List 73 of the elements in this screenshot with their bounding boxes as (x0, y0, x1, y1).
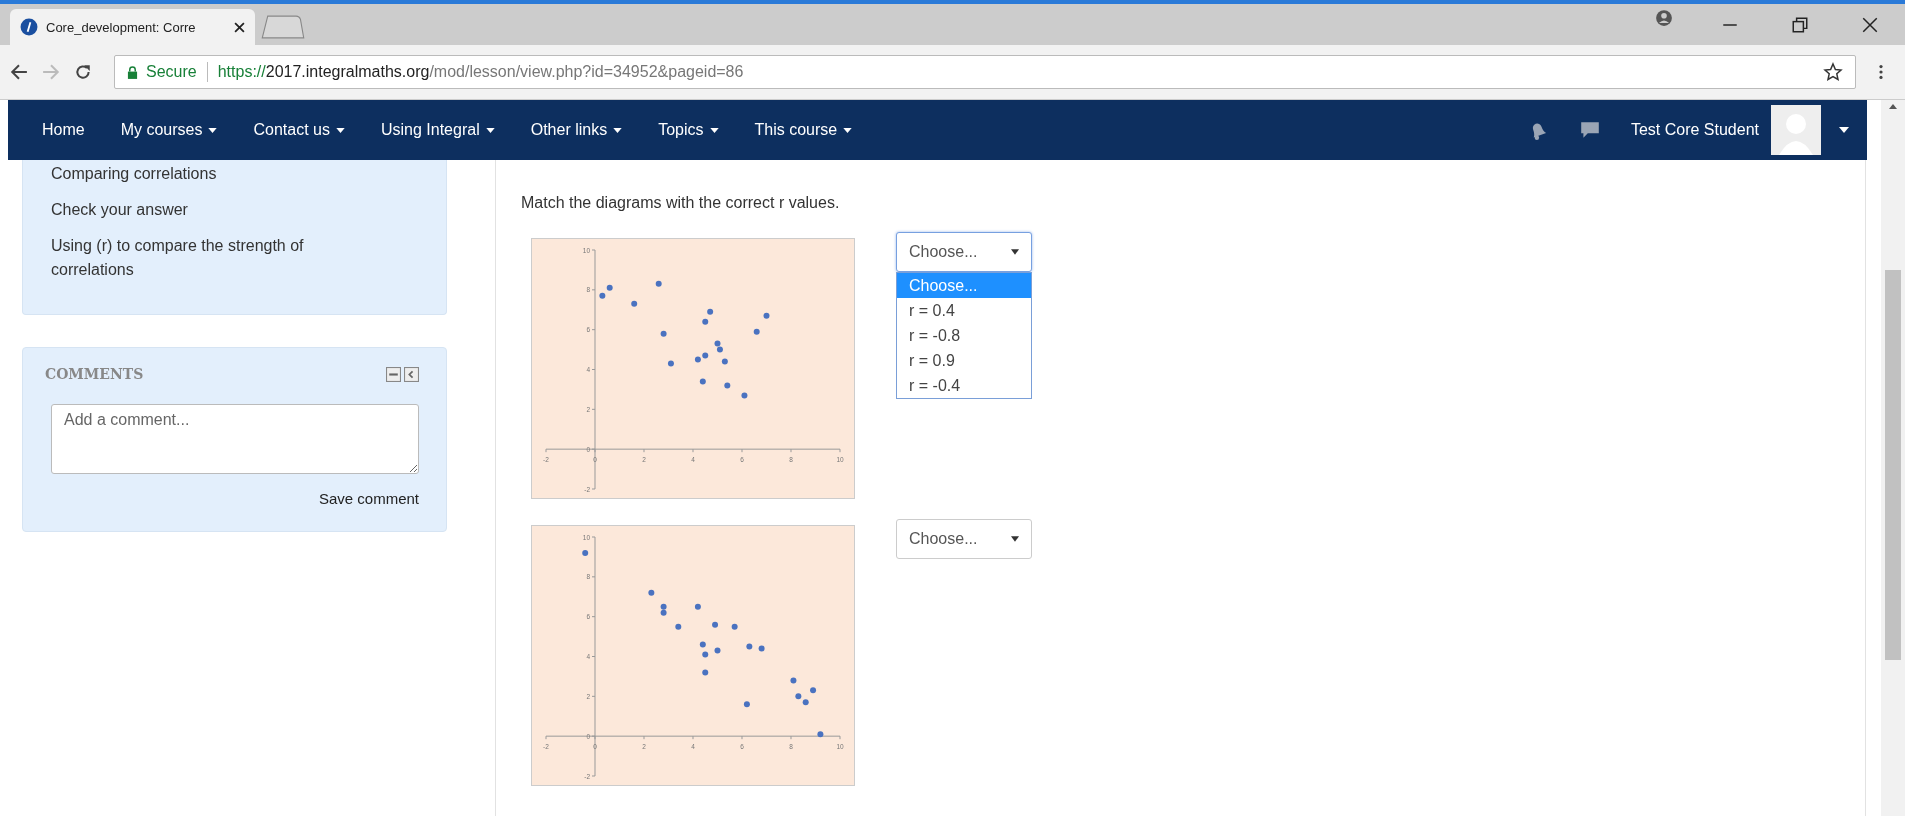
data-point (631, 300, 638, 307)
data-point (753, 328, 760, 335)
save-comment-link[interactable]: Save comment (318, 490, 419, 507)
lesson-link[interactable]: Check your answer (51, 198, 381, 222)
dropdown-option[interactable]: r = 0.4 (897, 298, 1031, 323)
comments-heading: COMMENTS (45, 366, 144, 382)
dropdown-option[interactable]: r = -0.8 (897, 323, 1031, 348)
nav-menu-item[interactable]: Home (42, 121, 85, 139)
account-icon[interactable] (1655, 8, 1673, 27)
dropdown-option[interactable]: r = 0.9 (897, 348, 1031, 373)
nav-menu-item[interactable]: Topics (658, 121, 719, 139)
scroll-up-icon[interactable] (1889, 104, 1897, 109)
data-point (758, 645, 765, 652)
data-point (702, 318, 709, 325)
data-point (707, 308, 714, 315)
close-icon[interactable] (234, 21, 245, 33)
data-point (817, 731, 824, 738)
data-point (763, 312, 770, 319)
chat-icon[interactable] (1578, 119, 1601, 141)
lesson-link[interactable]: Comparing correlations (51, 162, 381, 186)
browser-tab[interactable]: Core_development: Corre (10, 9, 255, 45)
url-text: https://2017.integralmaths.org/mod/lesson/view.php?id=34952&pageid=86 (217, 63, 744, 81)
dropdown-option[interactable]: r = -0.4 (897, 373, 1031, 398)
user-name[interactable]: Test Core Student (1630, 121, 1759, 139)
nav-menu-item[interactable]: Other links (530, 121, 623, 139)
address-bar[interactable]: Secure https://2017.integralmaths.org/mod/lesson/view.php?id=34952&pageid=86 (114, 55, 1856, 89)
data-point (655, 280, 662, 287)
nav-menu-item[interactable]: My courses (120, 121, 218, 139)
scrollbar[interactable] (1881, 100, 1905, 816)
data-point (810, 687, 817, 694)
data-point (746, 643, 753, 650)
close-icon[interactable] (1861, 15, 1879, 34)
scrollbar-thumb[interactable] (1885, 270, 1901, 660)
data-point (582, 549, 589, 556)
menu-icon[interactable] (1878, 63, 1884, 81)
data-point (648, 589, 655, 596)
data-point (667, 360, 674, 367)
reload-icon[interactable] (74, 63, 92, 81)
dock-icon[interactable] (404, 366, 419, 382)
collapse-icon[interactable] (386, 366, 401, 382)
data-point (721, 358, 728, 365)
back-icon[interactable] (10, 63, 28, 81)
data-point (790, 677, 797, 684)
data-point (724, 382, 731, 389)
data-point (714, 647, 721, 654)
nav-menu-item[interactable]: Using Integral (380, 121, 495, 139)
question-text: Match the diagrams with the correct r values. (521, 194, 841, 212)
tab-title: Core_development: Corre (46, 19, 197, 35)
site-logo-icon (20, 18, 38, 36)
data-point (741, 392, 748, 399)
data-point (699, 641, 706, 648)
answer-dropdown[interactable]: Choose... (896, 519, 1032, 559)
data-point (702, 669, 709, 676)
data-point (712, 621, 719, 628)
nav-menu-item[interactable]: This course (754, 121, 853, 139)
data-point (731, 623, 738, 630)
caret-icon (1011, 536, 1019, 542)
data-point (702, 651, 709, 658)
restore-icon[interactable] (1791, 15, 1809, 34)
comment-field[interactable]: Add a comment... (51, 404, 419, 474)
caret-icon (1011, 249, 1019, 255)
secure-label: Secure (146, 63, 197, 81)
lock-icon (127, 65, 138, 79)
data-point (699, 378, 706, 385)
nav-menu-item[interactable]: Contact us (253, 121, 345, 139)
data-point (660, 330, 667, 337)
data-point (743, 701, 750, 708)
answer-dropdown[interactable]: Choose... (896, 232, 1032, 272)
lesson-link[interactable]: Using (r) to compare the strength of correlations (51, 234, 381, 282)
caret-icon[interactable] (1839, 127, 1849, 133)
data-point (675, 623, 682, 630)
data-point (694, 603, 701, 610)
star-icon[interactable] (1823, 62, 1843, 82)
